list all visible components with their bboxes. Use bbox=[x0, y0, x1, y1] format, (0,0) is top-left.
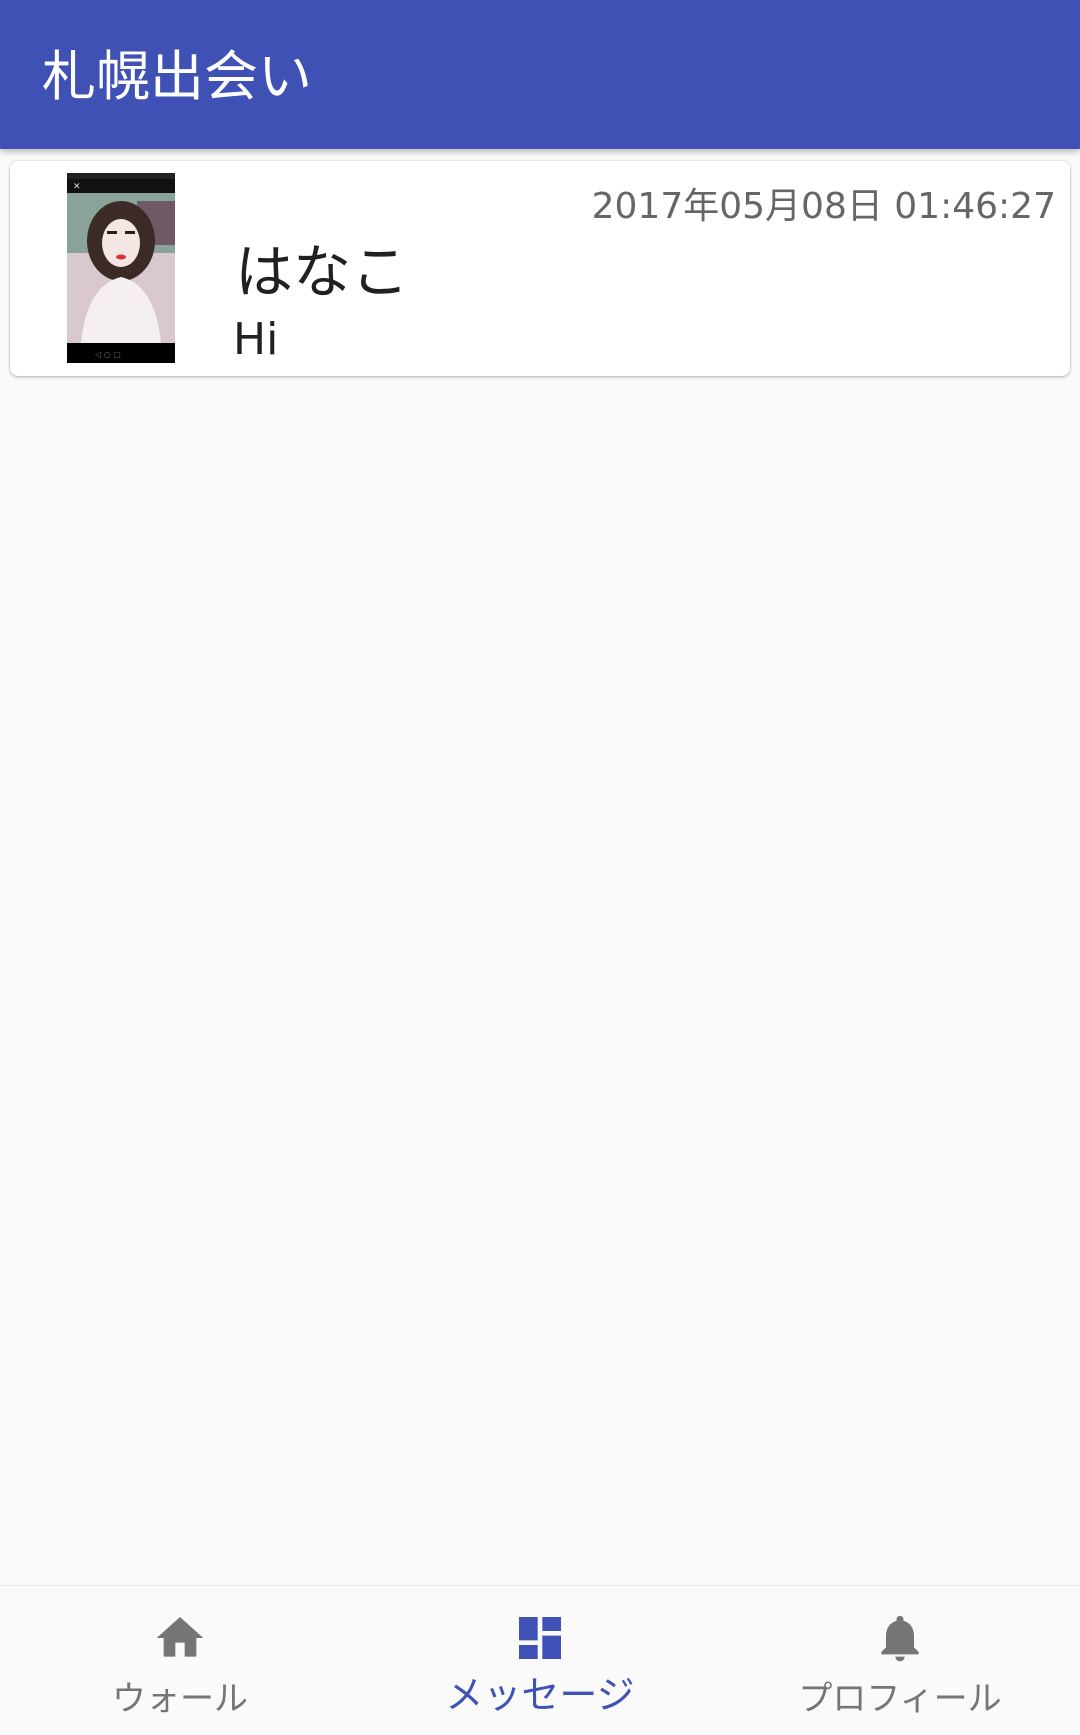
avatar[interactable]: ✕ ◁ ○ □ bbox=[67, 173, 175, 363]
home-icon bbox=[156, 1617, 204, 1657]
contact-name: はなこ bbox=[235, 238, 410, 306]
bottom-navigation: ウォール メッセージ プロフィール bbox=[0, 1585, 1080, 1735]
svg-text:◁ ○ □: ◁ ○ □ bbox=[94, 350, 121, 359]
nav-item-messages[interactable]: メッセージ bbox=[360, 1586, 720, 1735]
nav-label-messages: メッセージ bbox=[445, 1673, 635, 1717]
app-title: 札幌出会い bbox=[42, 45, 312, 108]
nav-item-profile[interactable]: プロフィール bbox=[720, 1586, 1080, 1735]
nav-label-profile: プロフィール bbox=[798, 1679, 1002, 1719]
last-message: Hi bbox=[233, 314, 279, 365]
app-bar: 札幌出会い bbox=[0, 0, 1080, 149]
dashboard-icon bbox=[519, 1617, 561, 1659]
bell-icon bbox=[881, 1615, 919, 1662]
nav-label-wall: ウォール bbox=[112, 1679, 248, 1719]
svg-text:✕: ✕ bbox=[73, 182, 81, 192]
message-timestamp: 2017年05月08日 01:46:27 bbox=[591, 186, 1056, 227]
conversation-card[interactable]: ✕ ◁ ○ □ 2017年05月08日 01:46:27 はなこ Hi bbox=[10, 161, 1070, 376]
conversation-list[interactable]: ✕ ◁ ○ □ 2017年05月08日 01:46:27 はなこ Hi bbox=[0, 149, 1080, 1585]
nav-item-wall[interactable]: ウォール bbox=[0, 1586, 360, 1735]
